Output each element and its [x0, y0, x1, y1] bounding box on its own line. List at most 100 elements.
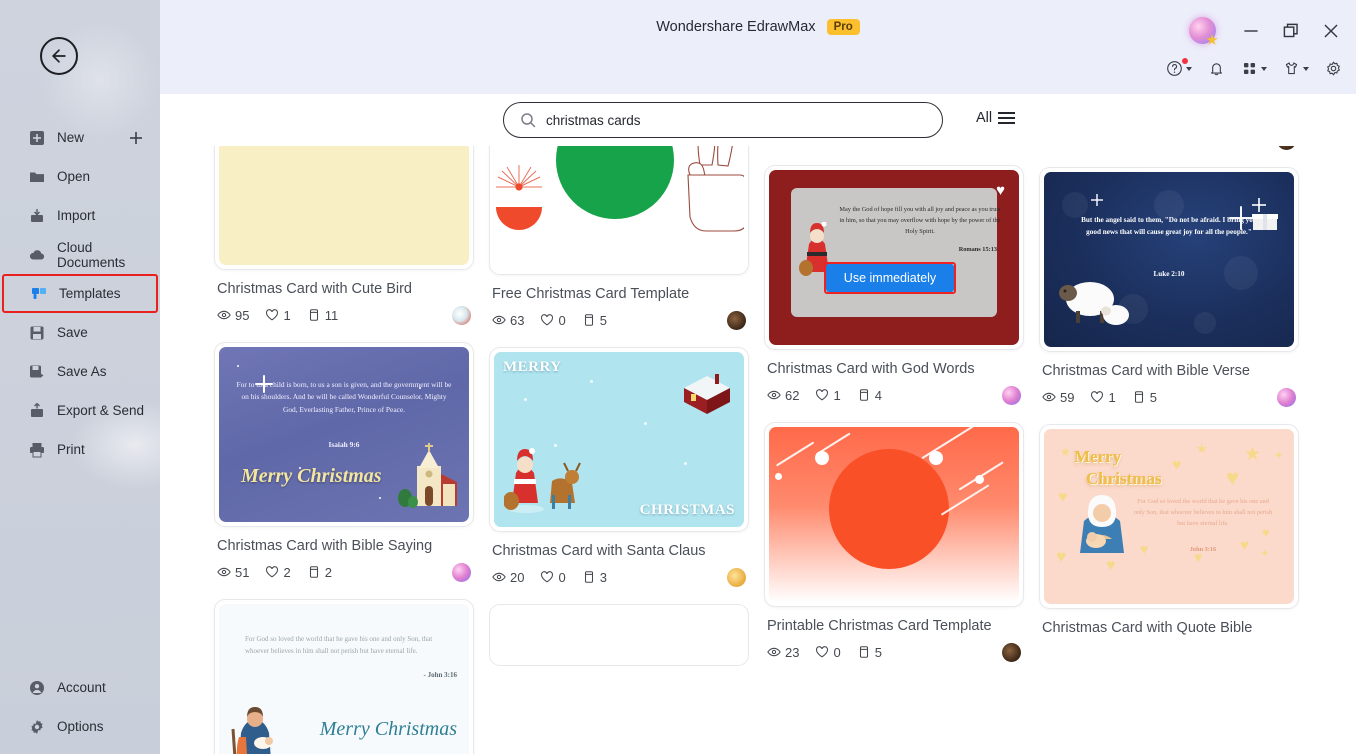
sidebar-item-label: Import — [57, 208, 96, 223]
grid-column-4: 59 0 3 — [1040, 146, 1298, 656]
avatar[interactable] — [1277, 387, 1296, 407]
avatar[interactable] — [1277, 146, 1296, 150]
sidebar-item-templates[interactable]: Templates — [2, 274, 158, 313]
template-title: Christmas Card with Santa Claus — [492, 543, 706, 560]
template-thumbnail[interactable]: For God so loved the world that he gave … — [215, 600, 473, 754]
minimize-button[interactable] — [1240, 20, 1262, 42]
copy-count: 3 — [582, 570, 607, 585]
sidebar-item-save-as[interactable]: Save As — [0, 352, 160, 391]
app-title: Wondershare EdrawMax — [656, 19, 816, 35]
sidebar-item-open[interactable]: Open — [0, 157, 160, 196]
nativity-illustration — [231, 707, 273, 754]
settings-button[interactable] — [1325, 60, 1342, 77]
template-card[interactable]: For to us a child is born, to us a son i… — [215, 343, 473, 584]
eye-icon — [217, 568, 231, 577]
template-thumbnail[interactable]: For to us a child is born, to us a son i… — [215, 343, 473, 527]
sidebar-item-save[interactable]: Save — [0, 313, 160, 352]
copy-count: 5 — [582, 313, 607, 328]
sidebar-item-label: Open — [57, 169, 91, 184]
notifications-button[interactable] — [1208, 60, 1225, 77]
heart-icon — [1091, 391, 1104, 403]
avatar[interactable] — [727, 310, 746, 330]
avatar[interactable] — [1002, 385, 1021, 405]
template-thumbnail[interactable] — [765, 423, 1023, 607]
printable-card-art — [769, 427, 1019, 603]
help-button[interactable] — [1166, 58, 1192, 77]
search-input[interactable]: christmas cards — [503, 102, 943, 138]
sidebar-item-options[interactable]: Options — [0, 707, 160, 746]
sidebar-item-label: Cloud Documents — [57, 239, 126, 270]
copy-count-value: 3 — [1150, 146, 1157, 148]
sidebar-item-print[interactable]: Print — [0, 430, 160, 469]
template-card-partial[interactable] — [490, 605, 748, 666]
eye-icon — [217, 310, 231, 320]
free-christmas-card-art — [494, 146, 744, 270]
template-thumbnail[interactable] — [215, 146, 473, 269]
sidebar-item-import[interactable]: Import — [0, 196, 160, 235]
template-card[interactable]: Christmas Card with Cute Bird 95 1 11 — [215, 146, 473, 327]
like-count: 0 — [540, 312, 566, 328]
like-count-value: 0 — [1108, 146, 1115, 148]
template-thumbnail[interactable]: ♥ May the God of hope fill you with all … — [765, 166, 1023, 349]
view-count: 20 — [492, 570, 524, 585]
sidebar-item-label: Print — [57, 442, 85, 457]
template-card[interactable]: ♥ May the God of hope fill you with all … — [765, 166, 1023, 407]
template-card[interactable]: Free Christmas Card Template 63 0 5 — [490, 146, 748, 332]
template-card[interactable]: For God so loved the world that he gave … — [215, 600, 473, 754]
template-card[interactable]: Merry Christmas For God so loved the wor… — [1040, 425, 1298, 640]
avatar[interactable] — [727, 567, 746, 587]
theme-button[interactable] — [1283, 60, 1309, 77]
sidebar-item-cloud-documents[interactable]: Cloud Documents — [0, 235, 160, 274]
copy-count-value: 5 — [1149, 389, 1157, 405]
avatar[interactable] — [452, 305, 471, 325]
sidebar-item-export-send[interactable]: Export & Send — [0, 391, 160, 430]
template-stats: 59 1 5 — [1042, 385, 1296, 409]
template-card[interactable]: 59 0 3 — [1040, 146, 1298, 152]
bible-saying-art: For to us a child is born, to us a son i… — [219, 347, 469, 523]
like-count-value: 0 — [558, 312, 566, 328]
print-icon — [28, 441, 45, 458]
close-button[interactable] — [1320, 20, 1342, 42]
sheep-illustration — [1059, 282, 1129, 325]
new-icon — [28, 129, 45, 146]
madonna-illustration — [1080, 495, 1124, 554]
view-count-value: 20 — [510, 569, 525, 585]
verse-text: For God so loved the world that he gave … — [245, 635, 433, 656]
user-avatar[interactable] — [1189, 17, 1216, 44]
restore-button[interactable] — [1280, 20, 1302, 42]
sidebar-item-label: Options — [57, 719, 104, 734]
minimize-icon — [1244, 29, 1258, 32]
like-count: 0 — [815, 645, 841, 660]
arrow-left-icon — [52, 49, 66, 63]
copy-icon — [859, 646, 868, 659]
close-icon — [1324, 23, 1338, 38]
add-new-button[interactable] — [128, 130, 144, 146]
template-title: Free Christmas Card Template — [492, 286, 690, 302]
template-card[interactable]: MERRY CHRISTMAS Christmas Card with Sant… — [490, 348, 748, 589]
use-immediately-button[interactable]: Use immediately — [826, 264, 954, 292]
template-thumbnail[interactable]: But the angel said to them, "Do not be a… — [1040, 168, 1298, 351]
use-immediately-highlight: Use immediately — [824, 262, 956, 294]
church-illustration — [398, 443, 457, 509]
template-stats: 63 0 5 — [492, 308, 746, 332]
template-card[interactable]: Printable Christmas Card Template 23 0 5 — [765, 423, 1023, 664]
template-thumbnail[interactable] — [490, 146, 748, 274]
verse-reference: Romans 15:13 — [958, 246, 997, 253]
search-icon — [521, 113, 536, 128]
back-button[interactable] — [40, 37, 78, 75]
copy-icon — [584, 314, 593, 326]
avatar[interactable] — [452, 562, 471, 582]
cloud-icon — [28, 246, 45, 263]
favorite-icon[interactable]: ♥ — [996, 182, 1005, 199]
card-word-bottom: CHRISTMAS — [639, 502, 735, 519]
sidebar-item-new[interactable]: New — [0, 118, 160, 157]
apps-button[interactable] — [1241, 60, 1267, 77]
template-thumbnail[interactable]: Merry Christmas For God so loved the wor… — [1040, 425, 1298, 609]
sidebar-item-account[interactable]: Account — [0, 668, 160, 707]
template-card[interactable]: But the angel said to them, "Do not be a… — [1040, 168, 1298, 409]
avatar[interactable] — [1002, 642, 1021, 662]
sidebar: New Open Import Cloud Documents Template… — [0, 0, 160, 754]
all-filter-button[interactable]: All — [976, 110, 1016, 126]
save-as-icon — [28, 363, 45, 380]
template-thumbnail[interactable]: MERRY CHRISTMAS — [490, 348, 748, 532]
